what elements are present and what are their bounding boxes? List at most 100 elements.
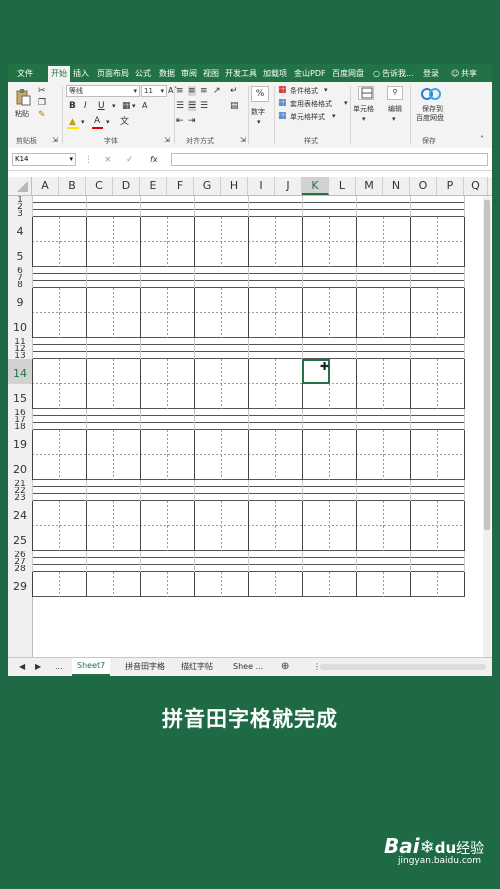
format-painter-icon[interactable]: ✎	[38, 110, 46, 120]
font-size-select[interactable]: 11 ▾	[141, 85, 167, 97]
column-header-c[interactable]: C	[86, 177, 113, 195]
column-header-i[interactable]: I	[248, 177, 275, 195]
tab-data[interactable]: 数据	[156, 67, 178, 81]
underline-button[interactable]: U	[98, 101, 105, 111]
row-header-27[interactable]: 27	[8, 558, 32, 565]
baidu-netdisk-label[interactable]: 百度网盘	[416, 113, 444, 123]
chevron-down-icon[interactable]: ▾	[81, 117, 85, 127]
tab-kingsoft-pdf[interactable]: 金山PDF	[291, 67, 329, 81]
column-header-m[interactable]: M	[356, 177, 383, 195]
column-header-j[interactable]: J	[275, 177, 302, 195]
bold-button[interactable]: B	[69, 101, 76, 111]
column-header-l[interactable]: L	[329, 177, 356, 195]
edit-button[interactable]: 编辑	[388, 104, 402, 114]
row-header-4[interactable]: 4	[8, 217, 32, 242]
row-header-25[interactable]: 25	[8, 526, 32, 551]
row-header-7[interactable]: 7	[8, 274, 32, 281]
column-header-h[interactable]: H	[221, 177, 248, 195]
number-format-button[interactable]: %	[251, 86, 269, 102]
chevron-down-icon[interactable]: ▾	[362, 114, 366, 124]
column-header-g[interactable]: G	[194, 177, 221, 195]
column-header-p[interactable]: P	[437, 177, 464, 195]
row-header-20[interactable]: 20	[8, 455, 32, 480]
row-header-3[interactable]: 3	[8, 210, 32, 217]
formula-input[interactable]	[171, 153, 488, 166]
font-launcher-icon[interactable]: ⇲	[164, 135, 170, 145]
share-button[interactable]: 共享	[458, 67, 480, 81]
column-header-e[interactable]: E	[140, 177, 167, 195]
chevron-down-icon[interactable]: ▾	[106, 117, 110, 127]
conditional-format-button[interactable]: 条件格式	[290, 86, 318, 96]
row-header-24[interactable]: 24	[8, 501, 32, 526]
clipboard-launcher-icon[interactable]: ⇲	[52, 135, 58, 145]
row-header-22[interactable]: 22	[8, 487, 32, 494]
font-color-button[interactable]: A	[94, 116, 100, 126]
font-name-select[interactable]: 等线 ▾	[66, 85, 140, 97]
name-box[interactable]: K14 ▾	[12, 153, 76, 166]
column-header-d[interactable]: D	[113, 177, 140, 195]
table-format-button[interactable]: 套用表格格式	[290, 99, 332, 109]
more-options-icon[interactable]: ⋮	[84, 155, 93, 165]
enter-icon[interactable]: ✓	[126, 155, 134, 165]
tab-baidu-netdisk[interactable]: 百度网盘	[329, 67, 367, 81]
sheet-tab[interactable]: 描红字帖	[176, 658, 218, 676]
decrease-indent-icon[interactable]: ⇤	[176, 116, 184, 126]
tab-insert[interactable]: 插入	[70, 67, 92, 81]
chevron-down-icon[interactable]: ▾	[112, 101, 116, 111]
tab-nav-prev-icon[interactable]: ◀	[14, 658, 30, 676]
tell-me-box[interactable]: 告诉我...	[379, 67, 417, 81]
column-header-f[interactable]: F	[167, 177, 194, 195]
row-header-26[interactable]: 26	[8, 551, 32, 558]
row-header-1[interactable]: 1	[8, 196, 32, 203]
tab-home[interactable]: 开始	[48, 66, 70, 82]
horizontal-scrollbar[interactable]	[320, 664, 486, 670]
cancel-icon[interactable]: ×	[104, 155, 112, 165]
tab-formulas[interactable]: 公式	[132, 67, 154, 81]
cut-icon[interactable]: ✂	[38, 86, 46, 96]
phonetic-icon[interactable]: 文	[120, 117, 129, 127]
row-header-5[interactable]: 5	[8, 242, 32, 267]
align-left-icon[interactable]: ☰	[176, 101, 184, 111]
row-header-2[interactable]: 2	[8, 203, 32, 210]
row-header-14[interactable]: 14	[8, 359, 32, 384]
row-header-10[interactable]: 10	[8, 313, 32, 338]
merge-center-icon[interactable]: ▤	[230, 101, 239, 111]
column-header-a[interactable]: A	[32, 177, 59, 195]
tab-file[interactable]: 文件	[14, 67, 36, 81]
row-header-28[interactable]: 28	[8, 565, 32, 572]
align-right-icon[interactable]: ☰	[200, 101, 208, 111]
column-header-k[interactable]: K	[302, 177, 329, 195]
copy-icon[interactable]: ❐	[38, 98, 46, 108]
alignment-launcher-icon[interactable]: ⇲	[240, 135, 246, 145]
cell-styles-button[interactable]: 单元格样式	[290, 112, 325, 122]
align-top-icon[interactable]: ≡	[176, 86, 184, 96]
row-header-23[interactable]: 23	[8, 494, 32, 501]
column-header-q[interactable]: Q	[464, 177, 488, 195]
font-color-a-icon[interactable]: A	[142, 101, 147, 111]
chevron-down-icon[interactable]: ▾	[392, 114, 396, 124]
vertical-scrollbar[interactable]	[483, 196, 491, 657]
tab-view[interactable]: 视图	[200, 67, 222, 81]
number-label[interactable]: 数字	[251, 107, 265, 117]
paste-icon[interactable]	[14, 88, 32, 106]
align-middle-icon[interactable]: ≡	[188, 86, 196, 96]
tab-nav-next-icon[interactable]: ▶	[30, 658, 46, 676]
align-bottom-icon[interactable]: ≡	[200, 86, 208, 96]
chevron-down-icon[interactable]: ▾	[132, 101, 136, 111]
column-header-b[interactable]: B	[59, 177, 86, 195]
borders-icon[interactable]: ▦	[122, 101, 131, 111]
search-icon[interactable]: ⚲	[387, 86, 403, 100]
cells-icon[interactable]	[358, 86, 374, 100]
row-header-21[interactable]: 21	[8, 480, 32, 487]
column-header-n[interactable]: N	[383, 177, 410, 195]
row-header-9[interactable]: 9	[8, 288, 32, 313]
scrollbar-thumb[interactable]	[484, 200, 490, 530]
increase-indent-icon[interactable]: ⇥	[188, 116, 196, 126]
insert-function-icon[interactable]: fx	[150, 155, 158, 165]
cell-area[interactable]	[32, 196, 492, 657]
orientation-icon[interactable]: ↗	[213, 86, 221, 96]
row-header-16[interactable]: 16	[8, 409, 32, 416]
select-all-button[interactable]	[8, 177, 32, 195]
row-header-18[interactable]: 18	[8, 423, 32, 430]
sheet-tab-active[interactable]: Sheet7	[72, 658, 111, 676]
